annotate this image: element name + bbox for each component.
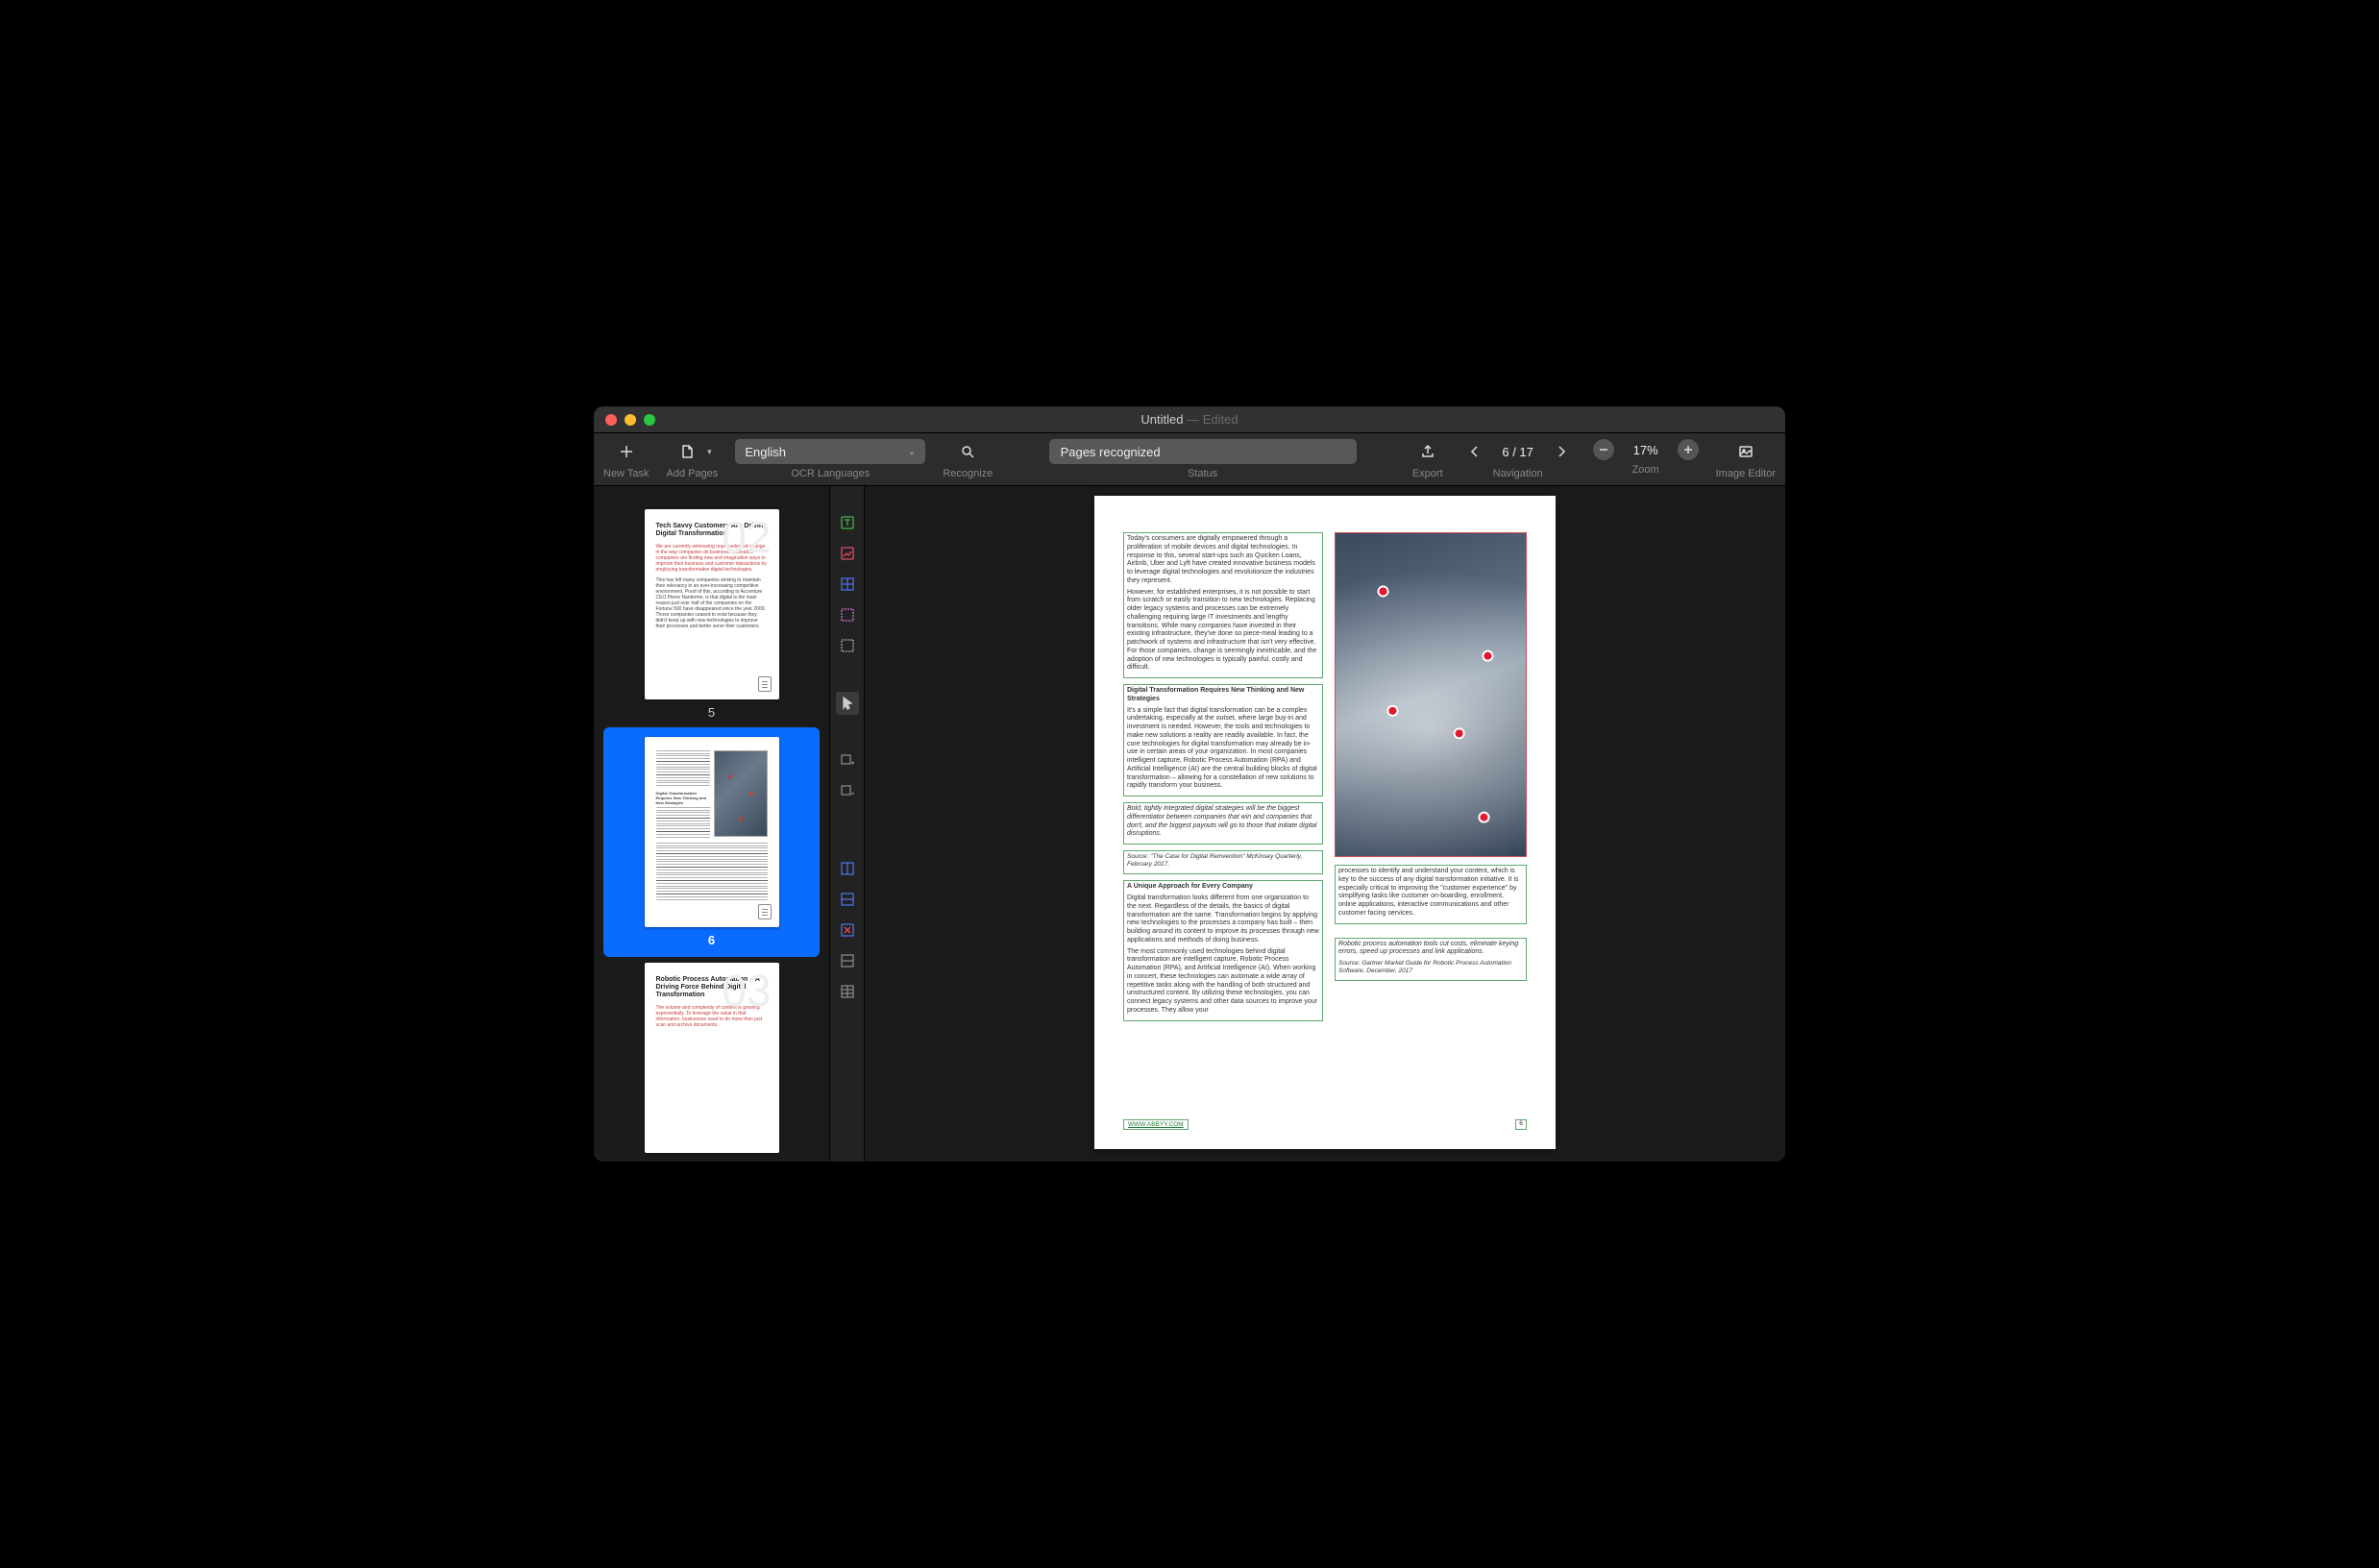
chevron-down-icon[interactable]: ▾	[707, 447, 712, 457]
zoom-label: Zoom	[1632, 464, 1659, 476]
ocr-languages-group: English ⌄ OCR Languages	[735, 439, 925, 485]
thumbnail-section-num: 03	[722, 968, 771, 1013]
new-task-group: New Task	[603, 439, 649, 485]
zoom-in-button[interactable]	[1678, 439, 1699, 460]
thumbnail-5[interactable]: 02 Tech Savvy Customers Are Driving Digi…	[594, 503, 829, 727]
export-label: Export	[1412, 468, 1443, 479]
page-view[interactable]: Today's consumers are digitally empowere…	[865, 486, 1785, 1162]
add-pages-label: Add Pages	[666, 468, 718, 479]
add-area-part-tool[interactable]	[836, 749, 859, 772]
ocr-language-select[interactable]: English ⌄	[735, 439, 925, 464]
ocr-text-area[interactable]: Robotic process automation tools cut cos…	[1335, 938, 1527, 982]
thumbnail-page: 02 Tech Savvy Customers Are Driving Digi…	[645, 509, 779, 699]
thumbnail-image	[714, 750, 768, 837]
titlebar: Untitled — Edited	[594, 406, 1785, 433]
thumbnail-7[interactable]: 03 Robotic Process Automation – A Drivin…	[594, 957, 829, 1161]
document-title: Untitled	[1140, 412, 1183, 427]
document-edited-indicator: — Edited	[1183, 412, 1238, 427]
recognize-button[interactable]	[953, 439, 982, 464]
remove-area-part-tool[interactable]	[836, 780, 859, 803]
app-body: 02 Tech Savvy Customers Are Driving Digi…	[594, 486, 1785, 1162]
zoom-group: 17% Zoom	[1593, 439, 1699, 485]
add-vert-separator-tool[interactable]	[836, 857, 859, 880]
table-area-tool[interactable]	[836, 573, 859, 596]
status-group: Pages recognized Status	[1010, 439, 1395, 485]
nav-next-button[interactable]	[1547, 439, 1576, 464]
thumbnail-page: Digital Transformation Requires New Thin…	[645, 737, 779, 927]
picture-area-tool[interactable]	[836, 542, 859, 565]
delete-separator-tool[interactable]	[836, 919, 859, 942]
app-window: Untitled — Edited New Task ▾ Add Pages	[594, 406, 1785, 1162]
ocr-picture-area[interactable]	[1335, 532, 1527, 857]
add-horiz-separator-tool[interactable]	[836, 888, 859, 911]
ocr-text-area[interactable]: A Unique Approach for Every Company Digi…	[1123, 880, 1323, 1020]
footer-page-number: 6	[1515, 1119, 1527, 1130]
background-area-tool[interactable]	[836, 603, 859, 626]
merge-cells-tool[interactable]	[836, 949, 859, 972]
ocr-text-area[interactable]: Bold, tightly integrated digital strateg…	[1123, 802, 1323, 845]
recognize-label: Recognize	[943, 468, 993, 479]
new-task-label: New Task	[603, 468, 649, 479]
area-toolstrip	[830, 486, 865, 1162]
thumbnail-6[interactable]: Digital Transformation Requires New Thin…	[603, 727, 820, 957]
ocr-text-area[interactable]: Today's consumers are digitally empowere…	[1123, 532, 1323, 678]
pointer-tool[interactable]	[836, 692, 859, 715]
image-editor-group: Image Editor	[1716, 439, 1776, 485]
window-title: Untitled — Edited	[594, 412, 1785, 427]
footer-link[interactable]: WWW.ABBYY.COM	[1123, 1119, 1189, 1130]
thumbnail-section-num: 02	[722, 515, 771, 559]
thumbnail-panel[interactable]: 02 Tech Savvy Customers Are Driving Digi…	[594, 486, 830, 1162]
status-field: Pages recognized	[1049, 439, 1357, 464]
ocr-languages-label: OCR Languages	[791, 468, 870, 479]
thumbnail-page: 03 Robotic Process Automation – A Drivin…	[645, 963, 779, 1153]
zoom-out-button[interactable]	[1593, 439, 1614, 460]
zoom-value[interactable]: 17%	[1620, 443, 1672, 457]
status-label: Status	[1188, 468, 1217, 479]
page-icon	[758, 904, 772, 919]
new-task-button[interactable]	[612, 439, 641, 464]
page-canvas: Today's consumers are digitally empowere…	[1094, 496, 1556, 1149]
recognition-area-tool[interactable]	[836, 634, 859, 657]
split-cells-tool[interactable]	[836, 980, 859, 1003]
status-text: Pages recognized	[1061, 445, 1161, 459]
ocr-text-area[interactable]: processes to identify and understand you…	[1335, 865, 1527, 924]
section-heading: A Unique Approach for Every Company	[1127, 883, 1319, 892]
ocr-text-area[interactable]: Source: "The Case for Digital Reinventio…	[1123, 850, 1323, 874]
navigation-label: Navigation	[1493, 468, 1543, 479]
recognize-group: Recognize	[943, 439, 993, 485]
nav-prev-button[interactable]	[1460, 439, 1489, 464]
page-footer: WWW.ABBYY.COM 6	[1123, 1119, 1527, 1130]
thumbnail-body: This has left many companies striving to…	[656, 577, 768, 629]
image-editor-label: Image Editor	[1716, 468, 1776, 479]
ocr-language-value: English	[745, 445, 786, 459]
text-area-tool[interactable]	[836, 511, 859, 534]
section-heading: Digital Transformation Requires New Thin…	[1127, 687, 1319, 704]
image-editor-button[interactable]	[1731, 439, 1760, 464]
page-indicator[interactable]: 6 / 17	[1495, 445, 1541, 459]
page-icon	[758, 676, 772, 692]
add-pages-group: ▾ Add Pages	[666, 439, 718, 485]
ocr-text-area[interactable]: Digital Transformation Requires New Thin…	[1123, 684, 1323, 796]
navigation-group: 6 / 17 Navigation	[1460, 439, 1576, 485]
add-pages-button[interactable]	[673, 439, 701, 464]
thumbnail-number: 6	[708, 933, 715, 947]
export-button[interactable]	[1413, 439, 1442, 464]
toolbar: New Task ▾ Add Pages English ⌄ OCR Langu…	[594, 433, 1785, 486]
export-group: Export	[1412, 439, 1443, 485]
chevron-down-icon: ⌄	[908, 447, 916, 457]
thumbnail-number: 5	[708, 705, 715, 720]
